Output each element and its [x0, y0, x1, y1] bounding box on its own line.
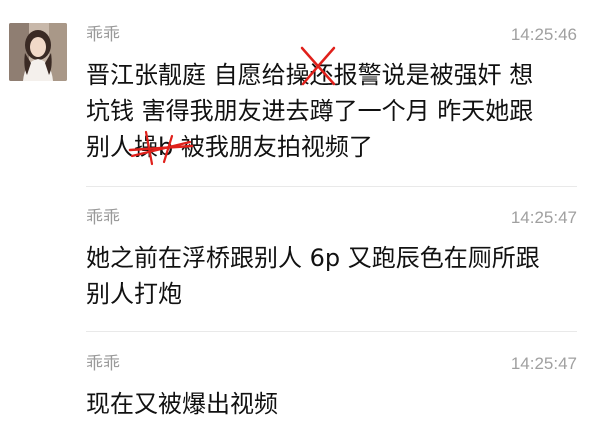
sender-name: 乖乖: [86, 25, 120, 45]
message-header: 乖乖 14:25:47: [86, 352, 606, 376]
message-text: 晋江张靓庭 自愿给操还报警说是被强奸 想 坑钱 害得我朋友进去蹲了一个月 昨天她…: [86, 61, 534, 161]
chat-message[interactable]: 乖乖 14:25:46 晋江张靓庭 自愿给操还报警说是被强奸 想 坑钱 害得我朋…: [86, 23, 606, 165]
message-text: 现在又被爆出视频: [86, 390, 278, 418]
message-divider: [86, 186, 577, 187]
message-header: 乖乖 14:25:47: [86, 206, 606, 230]
sender-name: 乖乖: [86, 208, 120, 228]
chat-message[interactable]: 乖乖 14:25:47 现在又被爆出视频: [86, 352, 606, 422]
message-text: 她之前在浮桥跟别人 6p 又跑辰色在厕所跟 别人打炮: [86, 244, 540, 308]
chat-message[interactable]: 乖乖 14:25:47 她之前在浮桥跟别人 6p 又跑辰色在厕所跟 别人打炮: [86, 206, 606, 312]
message-header: 乖乖 14:25:46: [86, 23, 606, 47]
message-timestamp: 14:25:47: [510, 354, 577, 373]
sender-avatar[interactable]: [9, 23, 67, 81]
sender-name: 乖乖: [86, 354, 120, 374]
message-timestamp: 14:25:46: [510, 25, 577, 44]
message-divider: [86, 331, 577, 332]
message-timestamp: 14:25:47: [510, 208, 577, 227]
